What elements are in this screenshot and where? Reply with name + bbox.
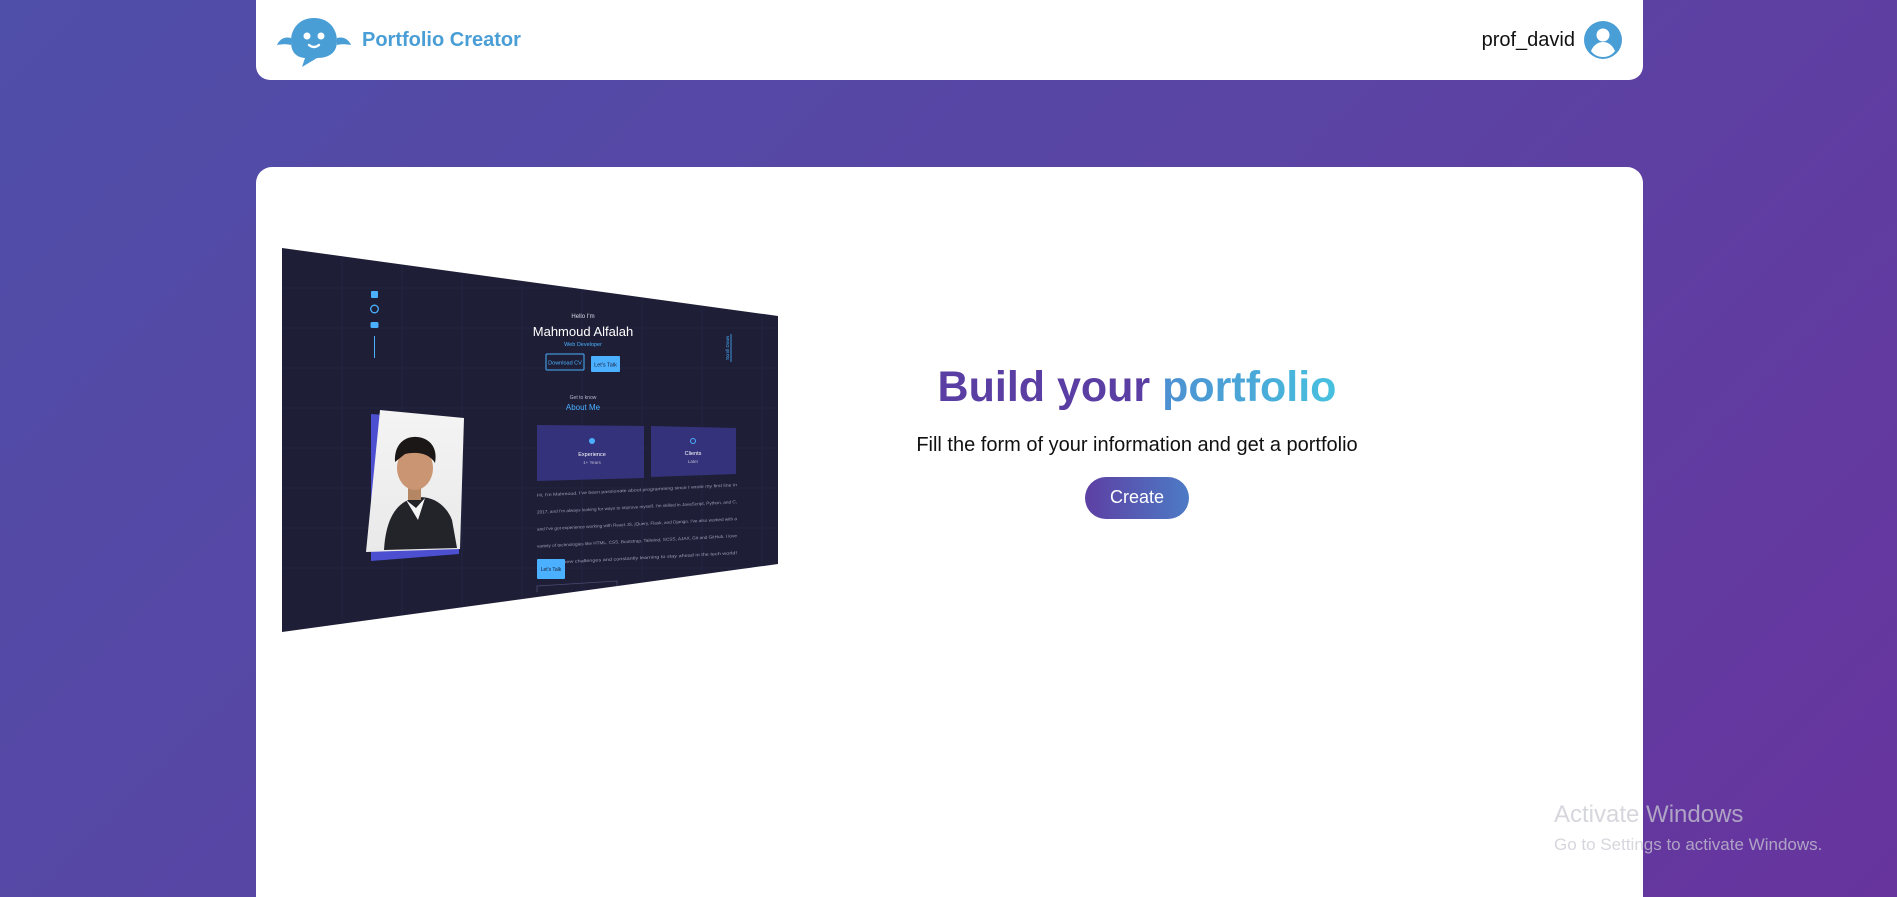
brand-name: Portfolio Creator — [362, 28, 521, 51]
top-navbar: Portfolio Creator prof_david — [256, 0, 1643, 80]
preview-experience-value: 1+ Years — [583, 460, 601, 465]
hero-title-part1: Build your — [937, 363, 1151, 411]
user-circle-icon — [1584, 21, 1622, 59]
portfolio-preview-image: Hello I'm Mahmoud Alfalah Web Developer … — [282, 248, 778, 632]
preview-get-to-know: Get to know — [570, 395, 597, 401]
preview-lets-talk-label: Let's Talk — [594, 363, 617, 369]
linkedin-icon — [371, 291, 378, 298]
preview-about-me: About Me — [566, 403, 601, 412]
ghost-chat-icon — [277, 18, 351, 67]
hero-section: Build your portfolio Fill the form of yo… — [876, 362, 1398, 519]
preview-download-cv-label: Download CV — [548, 361, 582, 367]
hero-subtitle: Fill the form of your information and ge… — [916, 433, 1358, 456]
create-button[interactable]: Create — [1084, 476, 1190, 519]
youtube-icon — [370, 322, 379, 328]
preview-clients-title: Clients — [685, 451, 702, 457]
preview-name: Mahmoud Alfalah — [533, 324, 633, 339]
preview-greeting: Hello I'm — [571, 314, 594, 320]
watermark-title: Activate Windows — [1554, 801, 1744, 828]
preview-clients-value: Later — [688, 459, 699, 464]
portfolio-preview: Hello I'm Mahmoud Alfalah Web Developer … — [282, 248, 778, 632]
activate-windows-watermark: Activate Windows Go to Settings to activ… — [1554, 801, 1822, 855]
main-card: Hello I'm Mahmoud Alfalah Web Developer … — [256, 167, 1643, 897]
preview-experience-title: Experience — [578, 452, 606, 458]
preview-bio-button-label: Let's Talk — [541, 567, 562, 573]
experience-icon — [589, 438, 595, 444]
user-menu[interactable]: prof_david — [1482, 20, 1623, 60]
username: prof_david — [1481, 28, 1575, 51]
preview-scroll-label: Scroll Down — [725, 335, 730, 360]
hero-title: Build your portfolio — [876, 362, 1398, 414]
preview-role: Web Developer — [564, 342, 602, 348]
hero-title-part2: portfolio — [1162, 363, 1337, 411]
watermark-subtitle: Go to Settings to activate Windows. — [1554, 835, 1823, 854]
brand-link[interactable]: Portfolio Creator — [274, 12, 521, 68]
